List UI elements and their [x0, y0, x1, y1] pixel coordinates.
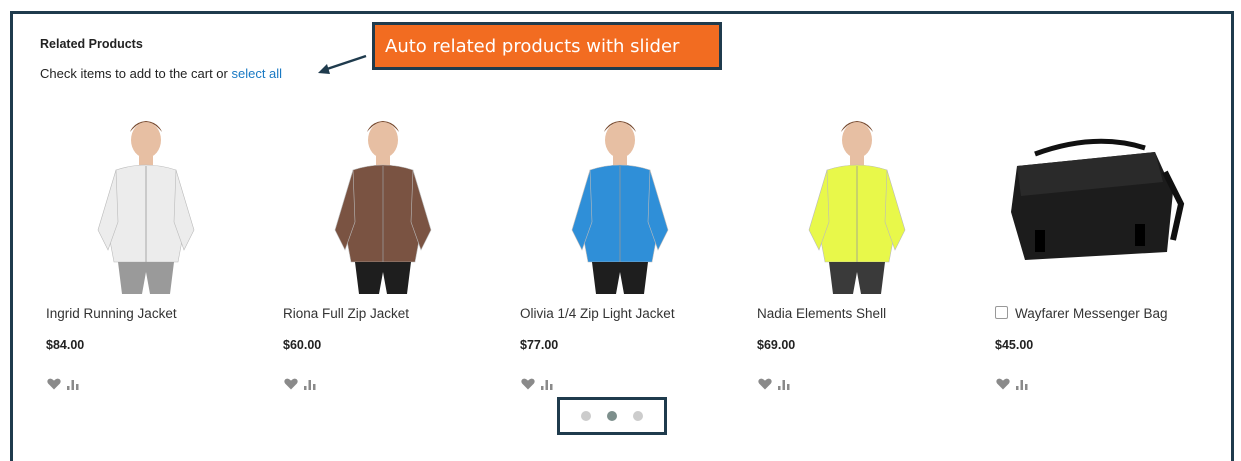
product-price: $84.00 [46, 338, 85, 352]
product-name[interactable]: Nadia Elements Shell [757, 306, 886, 321]
product-actions [758, 378, 791, 390]
product-actions [47, 378, 80, 390]
product-price: $69.00 [757, 338, 796, 352]
heart-icon[interactable] [47, 378, 61, 390]
bar-chart-icon[interactable] [66, 378, 80, 390]
bar-chart-icon[interactable] [303, 378, 317, 390]
product-image[interactable] [757, 112, 957, 294]
product-price: $60.00 [283, 338, 322, 352]
slider-pagination [557, 397, 667, 435]
product-name-text[interactable]: Nadia Elements Shell [757, 306, 886, 321]
callout-arrow-icon [318, 54, 367, 74]
heart-icon[interactable] [521, 378, 535, 390]
callout-text: Auto related products with slider [385, 35, 680, 57]
product-actions [284, 378, 317, 390]
product-name-text[interactable]: Ingrid Running Jacket [46, 306, 177, 321]
product-name-text[interactable]: Wayfarer Messenger Bag [1015, 306, 1168, 321]
product-image[interactable] [520, 112, 720, 294]
heart-icon[interactable] [284, 378, 298, 390]
bar-chart-icon[interactable] [777, 378, 791, 390]
product-image[interactable] [995, 112, 1195, 294]
product-name[interactable]: Ingrid Running Jacket [46, 306, 177, 321]
slider-dot[interactable] [607, 411, 617, 421]
product-price: $77.00 [520, 338, 559, 352]
product-name-text[interactable]: Olivia 1/4 Zip Light Jacket [520, 306, 675, 321]
heart-icon[interactable] [758, 378, 772, 390]
section-title: Related Products [40, 37, 143, 51]
product-actions [521, 378, 554, 390]
bar-chart-icon[interactable] [540, 378, 554, 390]
slider-dot[interactable] [581, 411, 591, 421]
slider-dot[interactable] [633, 411, 643, 421]
product-name-text[interactable]: Riona Full Zip Jacket [283, 306, 409, 321]
product-actions [996, 378, 1029, 390]
select-instruction: Check items to add to the cart or select… [40, 66, 282, 81]
product-image[interactable] [46, 112, 246, 294]
add-to-cart-checkbox[interactable] [995, 306, 1008, 319]
product-price: $45.00 [995, 338, 1034, 352]
callout-box: Auto related products with slider [372, 22, 722, 70]
product-name[interactable]: Riona Full Zip Jacket [283, 306, 409, 321]
heart-icon[interactable] [996, 378, 1010, 390]
product-name[interactable]: Wayfarer Messenger Bag [995, 306, 1168, 321]
instruction-text: Check items to add to the cart or [40, 66, 232, 81]
product-name[interactable]: Olivia 1/4 Zip Light Jacket [520, 306, 675, 321]
product-image[interactable] [283, 112, 483, 294]
select-all-link[interactable]: select all [231, 66, 282, 81]
bar-chart-icon[interactable] [1015, 378, 1029, 390]
